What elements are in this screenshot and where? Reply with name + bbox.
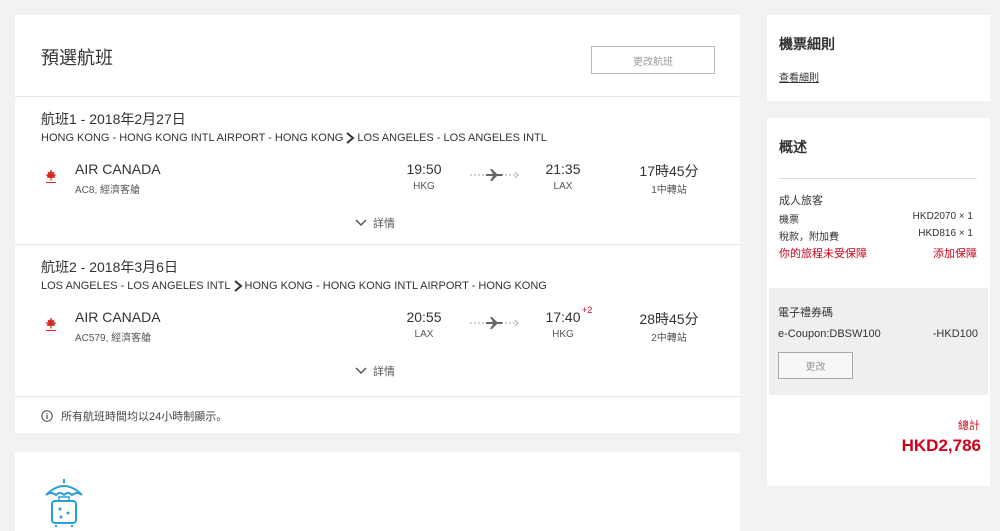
- card-header: 預選航班 更改航班: [15, 15, 740, 97]
- segment-title: 航班2 - 2018年3月6日: [41, 259, 178, 275]
- departure-time: 19:50: [406, 161, 442, 177]
- arrival-airport-code: LAX: [553, 181, 573, 192]
- fare-value: HKD2070 × 1: [912, 211, 973, 222]
- coupon-code: e-Coupon:DBSW100: [778, 328, 881, 340]
- flight-duration: 28時45分: [639, 311, 699, 327]
- details-label: 詳情: [373, 366, 395, 378]
- departure-airport-code: HKG: [413, 181, 435, 192]
- departure-time: 20:55: [406, 309, 442, 325]
- coupon-title: 電子禮券碼: [778, 307, 833, 319]
- flight-segment-2: 航班2 - 2018年3月6日 LOS ANGELES - LOS ANGELE…: [15, 245, 740, 397]
- tax-value: HKD816 × 1: [918, 228, 973, 239]
- stop-count: 1中轉站: [651, 185, 687, 196]
- change-coupon-button[interactable]: 更改: [778, 352, 853, 379]
- arrival-time: 17:40: [545, 309, 581, 325]
- details-toggle[interactable]: 詳情: [355, 363, 395, 379]
- segment-title: 航班1 - 2018年2月27日: [41, 111, 186, 127]
- route-origin: HONG KONG - HONG KONG INTL AIRPORT - HON…: [41, 132, 344, 144]
- details-toggle[interactable]: 詳情: [355, 215, 395, 231]
- arrival-time: 21:35: [545, 161, 581, 177]
- plane-arrow-icon: [470, 317, 519, 329]
- summary-card: 概述 成人旅客 機票 HKD2070 × 1 稅款，附加費 HKD816 × 1…: [767, 118, 990, 486]
- route-destination: HONG KONG - HONG KONG INTL AIRPORT - HON…: [244, 280, 547, 292]
- fare-label: 機票: [779, 215, 799, 226]
- add-insurance-link[interactable]: 添加保障: [933, 245, 977, 261]
- insurance-umbrella-luggage-icon: [45, 479, 83, 527]
- segment-route: HONG KONG - HONG KONG INTL AIRPORT - HON…: [41, 132, 547, 144]
- divider: [779, 178, 977, 179]
- view-rules-link[interactable]: 查看細則: [779, 69, 819, 84]
- route-arrow-icon: [346, 132, 355, 144]
- chevron-down-icon: [355, 367, 367, 375]
- insurance-card: [15, 452, 740, 531]
- airline-name: AIR CANADA: [75, 161, 161, 177]
- info-circle-icon: [41, 410, 53, 422]
- coupon-discount: -HKD100: [932, 328, 978, 340]
- selected-flights-card: 預選航班 更改航班 航班1 - 2018年2月27日 HONG KONG - H…: [15, 15, 740, 433]
- stop-count: 2中轉站: [651, 333, 687, 344]
- chevron-down-icon: [355, 219, 367, 227]
- note-text: 所有航班時間均以24小時制顯示。: [61, 411, 228, 423]
- route-destination: LOS ANGELES - LOS ANGELES INTL: [357, 132, 547, 144]
- airline-name: AIR CANADA: [75, 309, 161, 325]
- time-format-note: 所有航班時間均以24小時制顯示。: [41, 408, 227, 424]
- arrival-airport-code: HKG: [552, 329, 574, 340]
- flight-number-cabin: AC8, 經濟客艙: [75, 185, 141, 196]
- fare-rules-title: 機票細則: [779, 36, 835, 52]
- segment-route: LOS ANGELES - LOS ANGELES INTL HONG KONG…: [41, 280, 547, 292]
- not-protected-warning: 你的旅程未受保障: [779, 248, 867, 260]
- details-label: 詳情: [373, 218, 395, 230]
- passenger-type: 成人旅客: [779, 195, 823, 207]
- total-label: 總計: [958, 420, 980, 432]
- tax-label: 稅款，附加費: [779, 232, 839, 243]
- departure-airport-code: LAX: [414, 329, 434, 340]
- flight-duration: 17時45分: [639, 163, 699, 179]
- route-arrow-icon: [233, 280, 243, 292]
- plane-arrow-icon: [470, 169, 519, 181]
- coupon-section: 電子禮券碼 e-Coupon:DBSW100 -HKD100 更改: [769, 288, 988, 395]
- fare-rules-card: 機票細則 查看細則: [767, 15, 990, 101]
- summary-title: 概述: [779, 139, 807, 155]
- flight-number-cabin: AC579, 經濟客艙: [75, 333, 152, 344]
- route-origin: LOS ANGELES - LOS ANGELES INTL: [41, 280, 231, 292]
- page-title: 預選航班: [41, 48, 113, 68]
- day-offset-badge: +2: [582, 305, 593, 315]
- flight-segment-1: 航班1 - 2018年2月27日 HONG KONG - HONG KONG I…: [15, 97, 740, 245]
- total-amount: HKD2,786: [901, 436, 981, 455]
- change-flight-button[interactable]: 更改航班: [591, 46, 715, 74]
- air-canada-logo-icon: [45, 317, 57, 331]
- air-canada-logo-icon: [45, 169, 57, 183]
